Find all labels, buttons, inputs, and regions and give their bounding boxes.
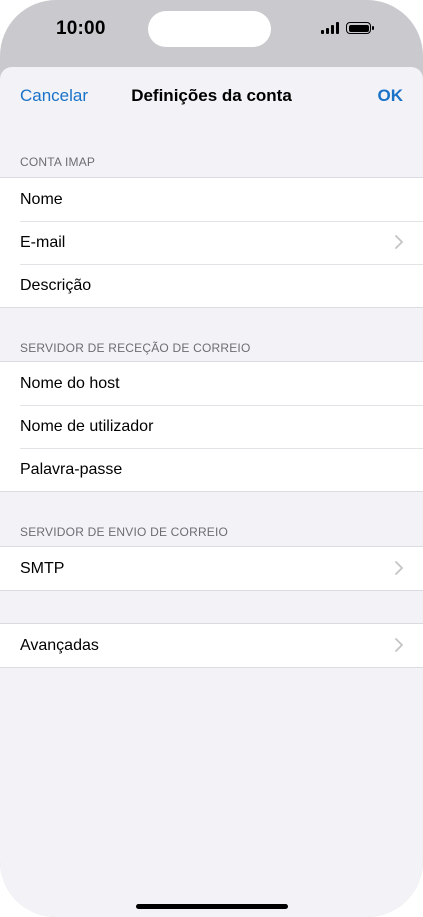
row-label: SMTP [20, 559, 65, 577]
section-header-incoming-server: SERVIDOR DE RECEÇÃO DE CORREIO [20, 341, 251, 355]
screen: 10:00 Cancelar Definições da conta OK CO… [0, 0, 423, 917]
home-indicator[interactable] [136, 904, 288, 909]
ok-button[interactable]: OK [378, 86, 404, 106]
status-bar: 10:00 [0, 0, 423, 60]
row-password[interactable]: Palavra-passe [0, 448, 423, 491]
chevron-right-icon [395, 561, 403, 575]
chevron-right-icon [395, 638, 403, 652]
phone: 10:00 Cancelar Definições da conta OK CO… [0, 0, 423, 917]
group-outgoing-server: SMTP [0, 546, 423, 591]
page-title: Definições da conta [131, 86, 292, 105]
cellular-signal-icon [321, 22, 339, 34]
row-label: Nome de utilizador [20, 417, 154, 435]
row-label: Avançadas [20, 636, 99, 654]
row-label: Nome [20, 190, 63, 208]
row-advanced[interactable]: Avançadas [0, 624, 423, 667]
status-time: 10:00 [56, 18, 106, 39]
group-advanced: Avançadas [0, 623, 423, 668]
row-host-name[interactable]: Nome do host [0, 362, 423, 405]
row-label: Nome do host [20, 374, 120, 392]
row-smtp[interactable]: SMTP [0, 547, 423, 590]
account-settings-sheet: Cancelar Definições da conta OK CONTA IM… [0, 67, 423, 917]
section-header-outgoing-server: SERVIDOR DE ENVIO DE CORREIO [20, 525, 229, 539]
status-icons [321, 20, 374, 36]
battery-icon [346, 22, 374, 34]
row-description[interactable]: Descrição [0, 264, 423, 307]
group-incoming-server: Nome do host Nome de utilizador Palavra-… [0, 361, 423, 492]
chevron-right-icon [395, 235, 403, 249]
row-label: Descrição [20, 276, 92, 294]
group-imap-account: Nome E-mail Descrição [0, 177, 423, 308]
row-label: E-mail [20, 233, 66, 251]
row-name[interactable]: Nome [0, 178, 423, 221]
row-email[interactable]: E-mail [0, 221, 423, 264]
row-username[interactable]: Nome de utilizador [0, 405, 423, 448]
row-label: Palavra-passe [20, 460, 123, 478]
nav-bar: Cancelar Definições da conta OK [0, 67, 423, 125]
section-header-imap-account: CONTA IMAP [20, 155, 96, 169]
dynamic-island [148, 11, 271, 47]
